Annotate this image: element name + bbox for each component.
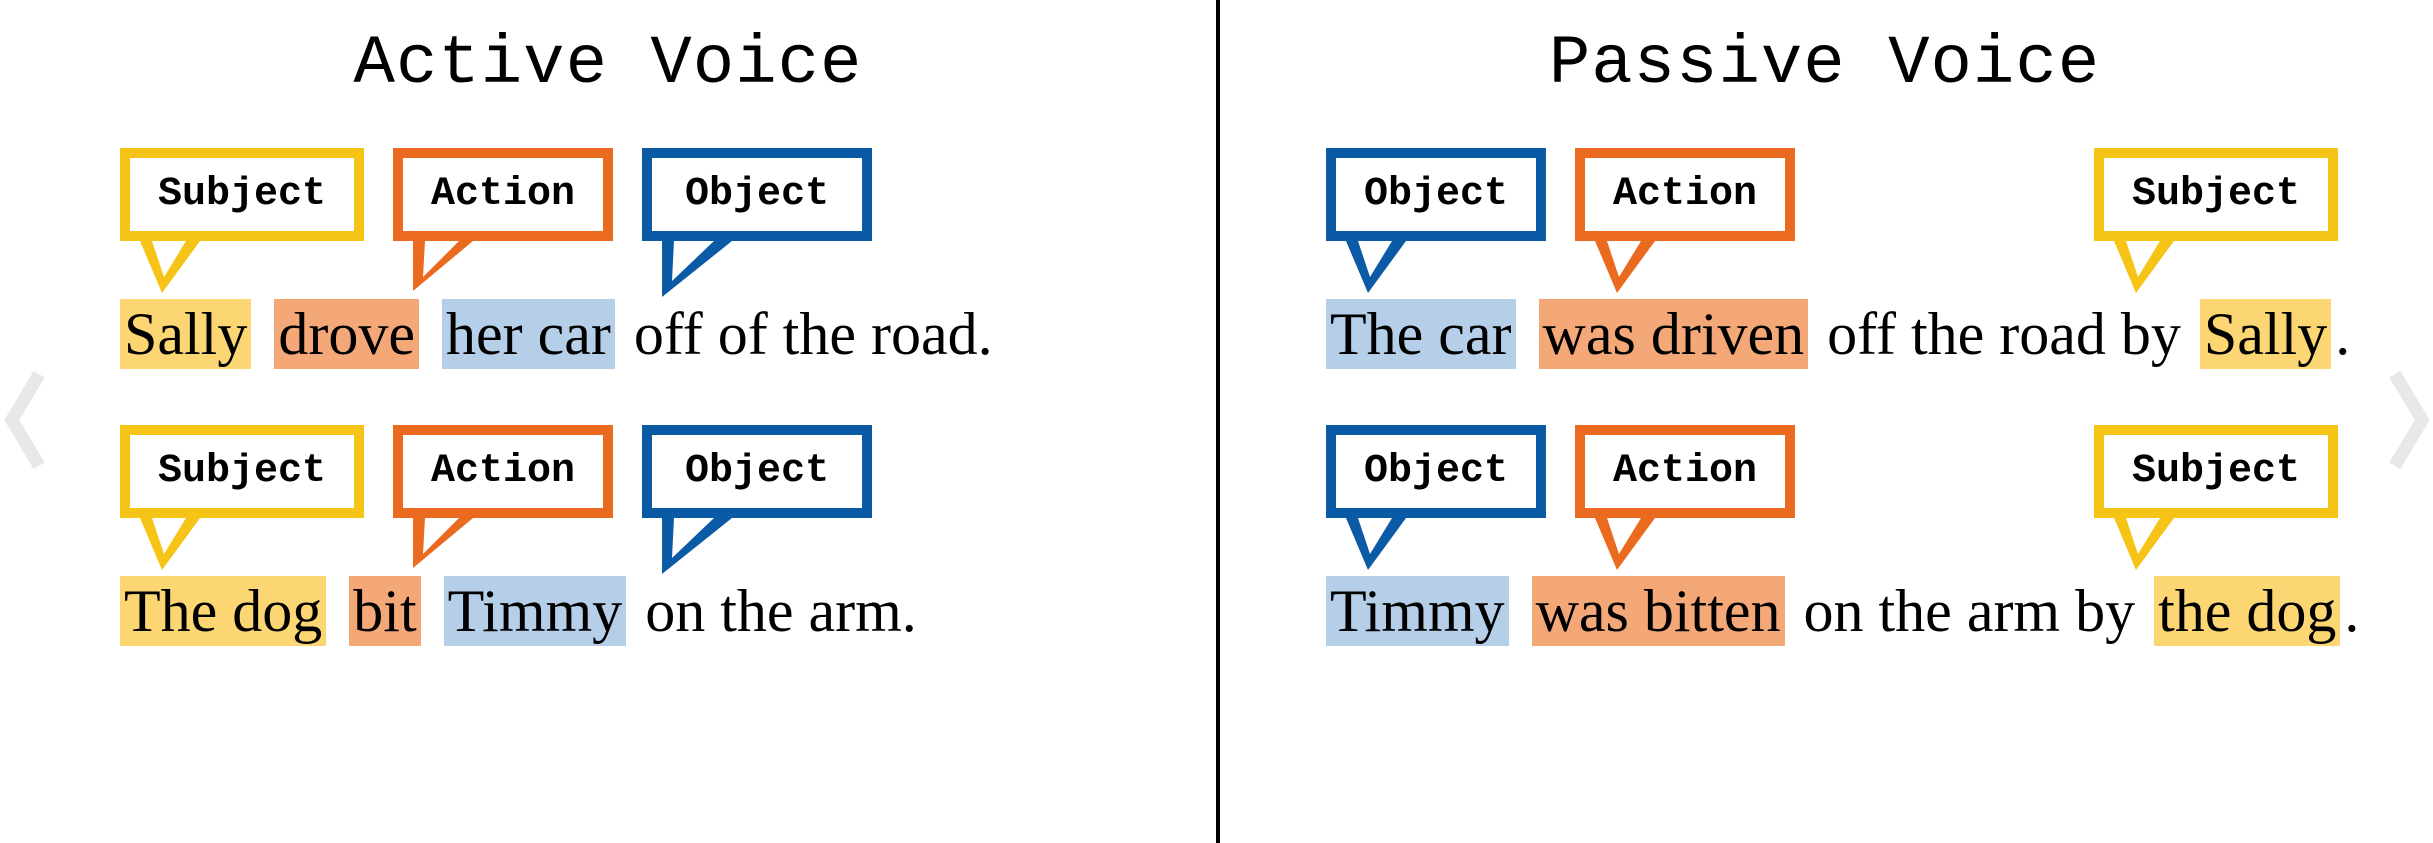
action-bubble: Action: [1575, 425, 1795, 518]
subject-bubble: Subject: [120, 148, 364, 241]
subject-word: Sally: [2200, 299, 2331, 369]
active-sentence-2: The dog bit Timmy on the arm.: [120, 575, 1136, 647]
object-word: The car: [1326, 299, 1516, 369]
bubble-label: Action: [393, 148, 613, 241]
bubble-label: Action: [393, 425, 613, 518]
passive-example-2: Object Action Subject Timmy was bitten o…: [1326, 425, 2373, 647]
object-word: Timmy: [444, 576, 627, 646]
active-title: Active Voice: [0, 25, 1216, 103]
period: .: [2331, 299, 2354, 369]
subject-word: the dog: [2154, 576, 2340, 646]
object-bubble: Object: [642, 148, 872, 241]
active-example-2: Subject Action Object The dog bit Timmy …: [120, 425, 1136, 647]
bubble-label: Object: [642, 148, 872, 241]
active-sentence-1: Sally drove her car off of the road.: [120, 298, 1136, 370]
active-voice-panel: Active Voice Subject Action Object Sally…: [0, 0, 1216, 843]
space: [326, 576, 349, 646]
action-bubble: Action: [393, 148, 613, 241]
bubble-label: Action: [1575, 148, 1795, 241]
space: [421, 576, 444, 646]
rest-text: on the arm by: [1785, 576, 2155, 646]
action-word: was driven: [1539, 299, 1809, 369]
space: [251, 299, 274, 369]
space: [419, 299, 442, 369]
bubble-label: Subject: [120, 148, 364, 241]
bubble-label: Subject: [120, 425, 364, 518]
space: [1516, 299, 1539, 369]
bubble-label: Object: [1326, 148, 1546, 241]
object-word: her car: [442, 299, 615, 369]
action-word: bit: [349, 576, 420, 646]
action-word: was bitten: [1532, 576, 1785, 646]
action-bubble: Action: [393, 425, 613, 518]
object-word: Timmy: [1326, 576, 1509, 646]
subject-bubble: Subject: [120, 425, 364, 518]
voice-comparison-slide: Active Voice Subject Action Object Sally…: [0, 0, 2433, 843]
object-bubble: Object: [1326, 425, 1546, 518]
passive-example-1: Object Action Subject The car was driven…: [1326, 148, 2373, 370]
subject-word: The dog: [120, 576, 326, 646]
subject-word: Sally: [120, 299, 251, 369]
space: [1509, 576, 1532, 646]
bubble-label: Object: [642, 425, 872, 518]
subject-bubble: Subject: [2094, 148, 2338, 241]
object-bubble: Object: [642, 425, 872, 518]
bubble-label: Object: [1326, 425, 1546, 518]
bubble-label: Action: [1575, 425, 1795, 518]
rest-text: off of the road.: [615, 299, 997, 369]
rest-text: off the road by: [1808, 299, 2200, 369]
passive-title: Passive Voice: [1216, 25, 2433, 103]
bubble-label: Subject: [2094, 425, 2338, 518]
action-word: drove: [274, 299, 419, 369]
passive-sentence-1: The car was driven off the road by Sally…: [1326, 298, 2373, 370]
bubble-label: Subject: [2094, 148, 2338, 241]
object-bubble: Object: [1326, 148, 1546, 241]
action-bubble: Action: [1575, 148, 1795, 241]
period: .: [2340, 576, 2363, 646]
subject-bubble: Subject: [2094, 425, 2338, 518]
rest-text: on the arm.: [626, 576, 921, 646]
active-example-1: Subject Action Object Sally drove her ca…: [120, 148, 1136, 370]
passive-sentence-2: Timmy was bitten on the arm by the dog.: [1326, 575, 2373, 647]
passive-voice-panel: Passive Voice Object Action Subject The …: [1216, 0, 2433, 843]
